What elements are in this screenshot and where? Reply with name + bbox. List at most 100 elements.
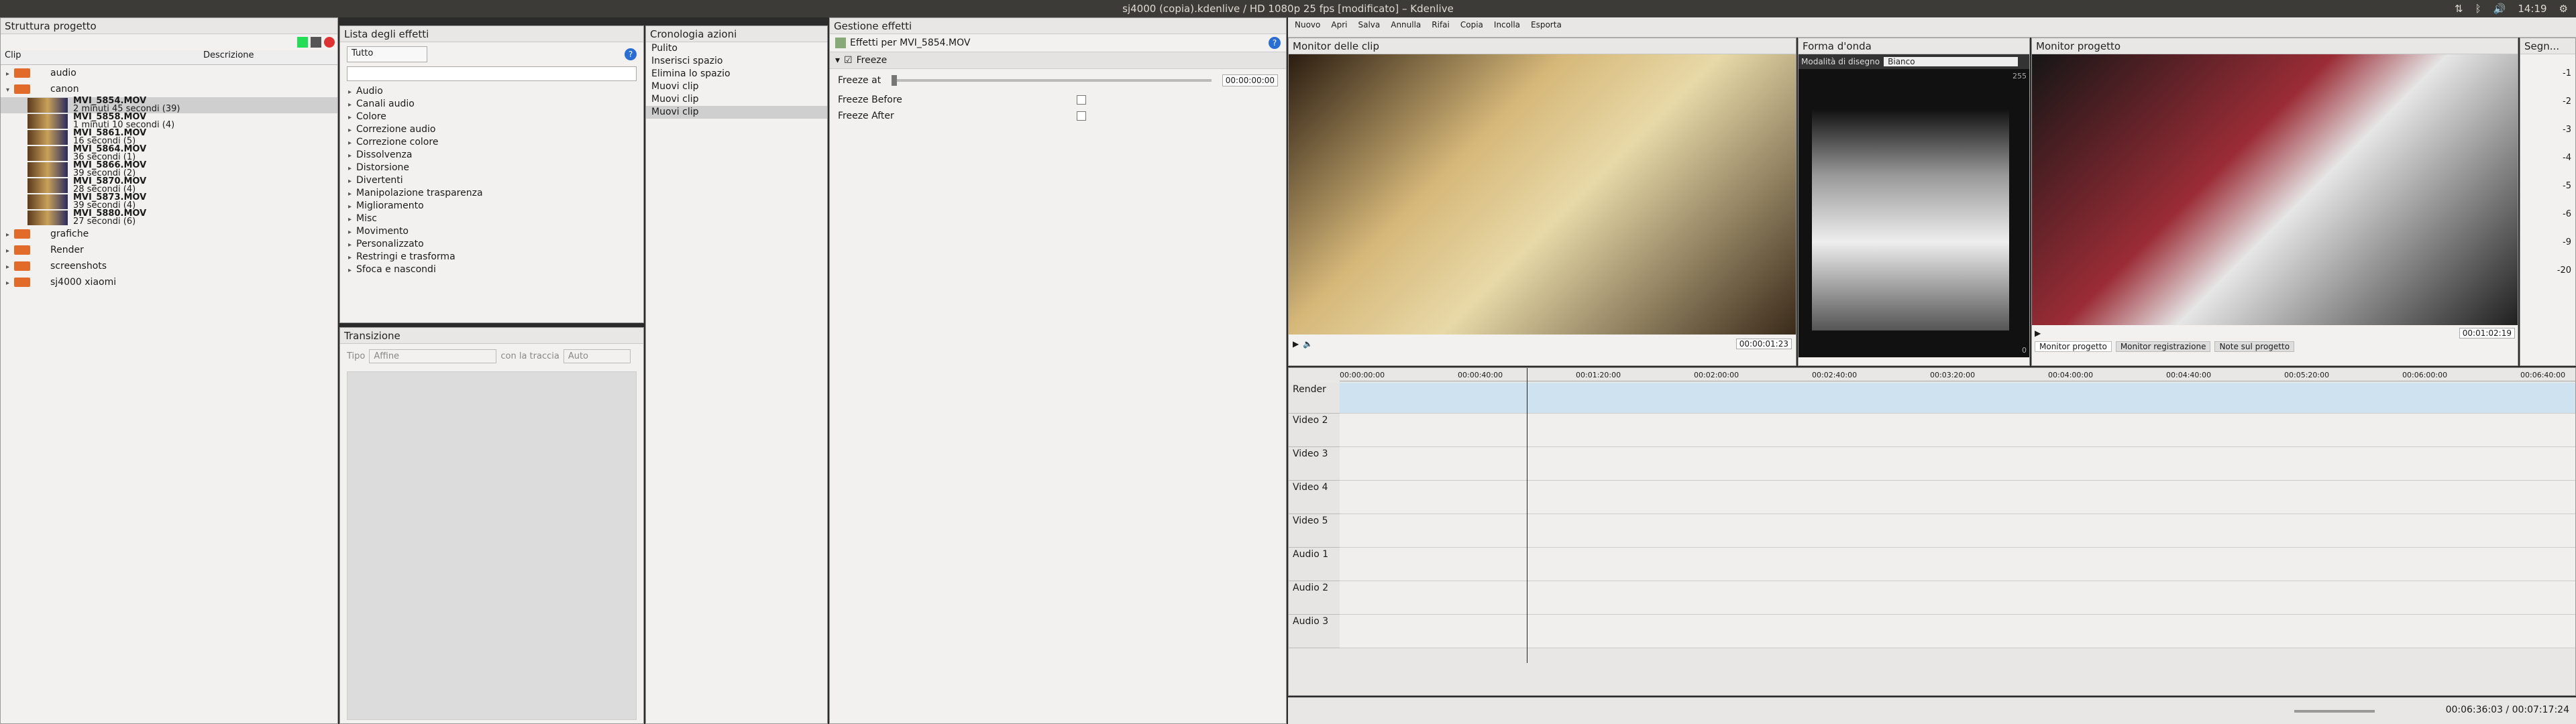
effect-category[interactable]: ▸ Dissolvenza <box>348 149 635 162</box>
column-description[interactable]: Descrizione <box>199 50 254 64</box>
expand-icon[interactable]: ▸ <box>348 239 356 251</box>
gear-icon[interactable]: ⚙ <box>2559 3 2568 15</box>
effect-category[interactable]: ▸ Movimento <box>348 225 635 238</box>
clip-item-6[interactable]: MVI_5866.MOV 39 secondi (2) <box>1 161 337 178</box>
expand-icon[interactable]: ▸ <box>348 175 356 187</box>
effect-category[interactable]: ▸ Personalizzato <box>348 238 635 251</box>
effect-category[interactable]: ▸ Canali audio <box>348 98 635 111</box>
expand-icon[interactable]: ▸ <box>348 86 356 98</box>
clip-item-3[interactable]: MVI_5858.MOV 1 minuti 10 secondi (4) <box>1 113 337 129</box>
track-lane[interactable] <box>1340 514 2575 548</box>
expand-icon[interactable]: ▸ <box>348 226 356 238</box>
clip-item-4[interactable]: MVI_5861.MOV 16 secondi (5) <box>1 129 337 145</box>
play-icon[interactable]: ▶ <box>1293 339 1299 349</box>
effect-category[interactable]: ▸ Manipolazione trasparenza <box>348 187 635 200</box>
clock[interactable]: 14:19 <box>2518 3 2546 15</box>
toolbar-button[interactable]: Copia <box>1460 20 1483 34</box>
track-lane[interactable] <box>1340 383 2575 414</box>
transition-track-select[interactable]: Auto <box>563 349 631 363</box>
track-header[interactable]: Video 3 <box>1289 447 1340 481</box>
effect-category[interactable]: ▸ Correzione colore <box>348 136 635 149</box>
toolbar-button[interactable]: Nuovo <box>1295 20 1320 34</box>
folder-12[interactable]: ▸ screenshots <box>1 258 337 274</box>
expand-icon[interactable]: ▸ <box>348 99 356 111</box>
freeze-at-slider[interactable] <box>892 75 1212 86</box>
effect-category[interactable]: ▸ Sfoca e nascondi <box>348 263 635 276</box>
history-item[interactable]: Elimina lo spazio <box>646 68 827 80</box>
effects-filter-select[interactable]: Tutto <box>347 46 427 62</box>
volume-icon[interactable]: 🔈 <box>1303 339 1313 349</box>
clip-timecode[interactable]: 00:00:01:23 <box>1735 339 1792 349</box>
track-header[interactable]: Audio 1 <box>1289 548 1340 581</box>
volume-icon[interactable]: 🔊 <box>2493 3 2506 15</box>
history-item[interactable]: Muovi clip <box>646 106 827 119</box>
track-header[interactable]: Video 2 <box>1289 414 1340 447</box>
effect-category[interactable]: ▸ Misc <box>348 213 635 225</box>
monitor-tab[interactable]: Note sul progetto <box>2214 341 2295 352</box>
track-header[interactable]: Audio 3 <box>1289 615 1340 648</box>
info-icon[interactable]: ? <box>625 48 637 60</box>
project-timecode[interactable]: 00:01:02:19 <box>2459 328 2515 339</box>
history-item[interactable]: Muovi clip <box>646 93 827 106</box>
zoom-slider[interactable] <box>2294 710 2375 713</box>
clip-item-7[interactable]: MVI_5870.MOV 28 secondi (4) <box>1 177 337 194</box>
track-lane[interactable] <box>1340 548 2575 581</box>
history-item[interactable]: Pulito <box>646 42 827 55</box>
effect-category[interactable]: ▸ Colore <box>348 111 635 123</box>
monitor-tab[interactable]: Monitor registrazione <box>2115 341 2211 352</box>
effects-search-input[interactable] <box>347 66 637 81</box>
effect-category[interactable]: ▸ Audio <box>348 85 635 98</box>
track-header[interactable]: Render <box>1289 383 1340 414</box>
clip-monitor-video[interactable] <box>1289 54 1796 335</box>
track-lane[interactable] <box>1340 581 2575 615</box>
project-monitor-video[interactable] <box>2032 54 2518 325</box>
expand-icon[interactable]: ▸ <box>6 227 14 242</box>
toolbar-button[interactable]: Esporta <box>1531 20 1562 34</box>
add-clip-icon[interactable] <box>297 37 308 48</box>
effect-category[interactable]: ▸ Miglioramento <box>348 200 635 213</box>
track-header[interactable]: Audio 2 <box>1289 581 1340 615</box>
expand-icon[interactable]: ▸ <box>348 149 356 162</box>
folder-0[interactable]: ▸ audio <box>1 65 337 81</box>
expand-icon[interactable]: ▸ <box>348 162 356 174</box>
clip-item-8[interactable]: MVI_5873.MOV 39 secondi (4) <box>1 193 337 210</box>
expand-icon[interactable]: ▾ <box>6 82 14 97</box>
timeline-ruler[interactable]: 00:00:00:00 00:00:40:00 00:01:20:00 00:02:0… <box>1340 368 2575 381</box>
edit-clip-icon[interactable] <box>311 37 321 48</box>
effect-category[interactable]: ▸ Correzione audio <box>348 123 635 136</box>
folder-13[interactable]: ▸ sj4000 xiaomi <box>1 274 337 290</box>
folder-10[interactable]: ▸ grafiche <box>1 226 337 242</box>
expand-icon[interactable]: ▸ <box>6 276 14 290</box>
toolbar-button[interactable]: Salva <box>1358 20 1380 34</box>
bluetooth-icon[interactable]: ᛒ <box>2475 3 2481 15</box>
expand-icon[interactable]: ▸ <box>348 251 356 263</box>
delete-clip-icon[interactable] <box>324 37 335 48</box>
track-lane[interactable] <box>1340 481 2575 514</box>
history-item[interactable]: Muovi clip <box>646 80 827 93</box>
expand-icon[interactable]: ▸ <box>348 124 356 136</box>
monitor-tab[interactable]: Monitor progetto <box>2035 341 2112 352</box>
toolbar-button[interactable]: Rifai <box>1432 20 1450 34</box>
folder-1[interactable]: ▾ canon <box>1 81 337 97</box>
collapse-icon[interactable]: ▾ <box>835 55 840 66</box>
transition-type-select[interactable]: Affine <box>369 349 497 363</box>
freeze-at-timecode[interactable]: 00:00:00:00 <box>1222 74 1278 86</box>
toolbar-button[interactable]: Annulla <box>1391 20 1421 34</box>
expand-icon[interactable]: ▸ <box>348 264 356 276</box>
expand-icon[interactable]: ▸ <box>348 200 356 213</box>
history-item[interactable]: Inserisci spazio <box>646 55 827 68</box>
clip-item-5[interactable]: MVI_5864.MOV 36 secondi (1) <box>1 145 337 162</box>
network-icon[interactable]: ⇅ <box>2455 3 2463 15</box>
expand-icon[interactable]: ▸ <box>348 111 356 123</box>
expand-icon[interactable]: ▸ <box>348 137 356 149</box>
expand-icon[interactable]: ▸ <box>6 259 14 274</box>
track-lane[interactable] <box>1340 615 2575 648</box>
clip-item-9[interactable]: MVI_5880.MOV 27 secondi (6) <box>1 209 337 226</box>
toolbar-button[interactable]: Incolla <box>1494 20 1520 34</box>
play-icon[interactable]: ▶ <box>2035 328 2041 338</box>
expand-icon[interactable]: ▸ <box>348 213 356 225</box>
expand-icon[interactable]: ▸ <box>6 243 14 258</box>
enable-effect-checkbox[interactable]: ☑ <box>844 55 853 66</box>
track-header[interactable]: Video 5 <box>1289 514 1340 548</box>
folder-11[interactable]: ▸ Render <box>1 242 337 258</box>
